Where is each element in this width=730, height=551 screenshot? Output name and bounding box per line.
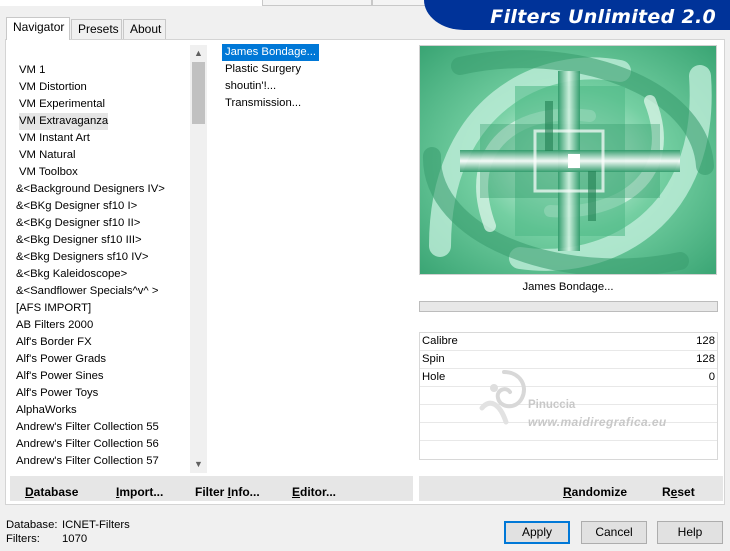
help-button[interactable]: Help: [657, 521, 723, 544]
category-item[interactable]: Alf's Power Toys: [16, 385, 98, 402]
category-item[interactable]: &<Bkg Kaleidoscope>: [16, 266, 127, 283]
paint-swirl-icon: [479, 370, 526, 425]
parameter-row: [420, 441, 717, 459]
category-item[interactable]: Andrew's Filter Collection 57: [16, 453, 159, 470]
import-button[interactable]: Import...: [116, 485, 163, 499]
category-item[interactable]: Andrew's Filter Collection 56: [16, 436, 159, 453]
category-item[interactable]: &<BKg Designer sf10 I>: [16, 198, 137, 215]
category-item[interactable]: VM Instant Art: [19, 130, 90, 147]
preview-filter-name: James Bondage...: [522, 281, 614, 293]
tab-navigator[interactable]: Navigator: [6, 17, 70, 40]
category-item[interactable]: AlphaWorks: [16, 402, 77, 419]
tab-about[interactable]: About: [123, 19, 166, 39]
filters-count-label: Filters:: [6, 533, 40, 545]
filter-item[interactable]: Transmission...: [222, 95, 304, 112]
watermark-url: www.maidiregrafica.eu: [528, 415, 667, 429]
database-label: Database:: [6, 519, 58, 531]
category-item[interactable]: &<Bkg Designers sf10 IV>: [16, 249, 149, 266]
category-item[interactable]: VM Toolbox: [19, 164, 78, 181]
parameter-name: Hole: [422, 371, 446, 383]
category-item[interactable]: [AFS IMPORT]: [16, 300, 91, 317]
watermark-name: Pinuccia: [528, 399, 576, 411]
product-banner: Filters Unlimited 2.0: [424, 0, 730, 30]
category-item[interactable]: &<Background Designers IV>: [16, 181, 165, 198]
filter-item[interactable]: shoutin'!...: [222, 78, 279, 95]
filter-item[interactable]: Plastic Surgery: [222, 61, 304, 78]
filters-count-value: 1070: [62, 533, 88, 545]
category-item[interactable]: Alf's Power Sines: [16, 368, 104, 385]
category-item[interactable]: VM 1: [19, 62, 45, 79]
category-item[interactable]: VM Experimental: [19, 96, 105, 113]
parameter-value[interactable]: 128: [696, 353, 715, 365]
banner-title: Filters Unlimited 2.0: [490, 6, 716, 28]
parameter-value[interactable]: 128: [696, 335, 715, 347]
database-button[interactable]: Database: [25, 485, 78, 499]
apply-button[interactable]: Apply: [504, 521, 570, 544]
parameter-grid: Calibre 128 Spin 128 Hole 0: [419, 332, 718, 460]
category-item[interactable]: &<BKg Designer sf10 II>: [16, 215, 140, 232]
parameter-row[interactable]: Calibre 128: [420, 333, 717, 351]
reset-button[interactable]: Reset: [662, 485, 695, 499]
chevron-up-icon[interactable]: ▲: [190, 45, 207, 62]
category-item[interactable]: &<Bkg Designer sf10 III>: [16, 232, 142, 249]
preview-image: [420, 46, 716, 274]
category-item[interactable]: &<Sandflower Specials^v^ >: [16, 283, 158, 300]
category-scroll-thumb[interactable]: [192, 62, 205, 124]
parameter-name: Spin: [422, 353, 445, 365]
category-item[interactable]: Alf's Border FX: [16, 334, 92, 351]
category-item[interactable]: VM Extravaganza: [19, 113, 109, 130]
render-progress-bar: [419, 301, 718, 312]
category-item[interactable]: AB Filters 2000: [16, 317, 93, 334]
category-item[interactable]: Andrew's Filter Collection 55: [16, 419, 159, 436]
parameter-value[interactable]: 0: [709, 371, 715, 383]
category-item[interactable]: VM Natural: [19, 147, 76, 164]
parameter-row[interactable]: Spin 128: [420, 351, 717, 369]
background-tab-gestione: [262, 0, 372, 6]
chevron-down-icon[interactable]: ▼: [190, 456, 207, 473]
category-item[interactable]: Andrew's Filter Collection 58: [16, 470, 159, 473]
filter-item[interactable]: James Bondage...: [222, 44, 320, 61]
category-item[interactable]: VM Distortion: [19, 79, 87, 96]
editor-button[interactable]: Editor...: [292, 485, 336, 499]
randomize-button[interactable]: Randomize: [563, 485, 627, 499]
category-item[interactable]: Alf's Power Grads: [16, 351, 106, 368]
category-list[interactable]: VM 1 VM Distortion VM Experimental VM Extra…: [12, 45, 190, 473]
parameter-name: Calibre: [422, 335, 458, 347]
cancel-button[interactable]: Cancel: [581, 521, 647, 544]
filter-preview: [419, 45, 717, 275]
filter-info-button[interactable]: Filter Info...: [195, 485, 260, 499]
tab-presets[interactable]: Presets: [71, 19, 122, 39]
parameter-row[interactable]: Hole 0: [420, 369, 717, 387]
database-value: ICNET-Filters: [62, 519, 130, 531]
